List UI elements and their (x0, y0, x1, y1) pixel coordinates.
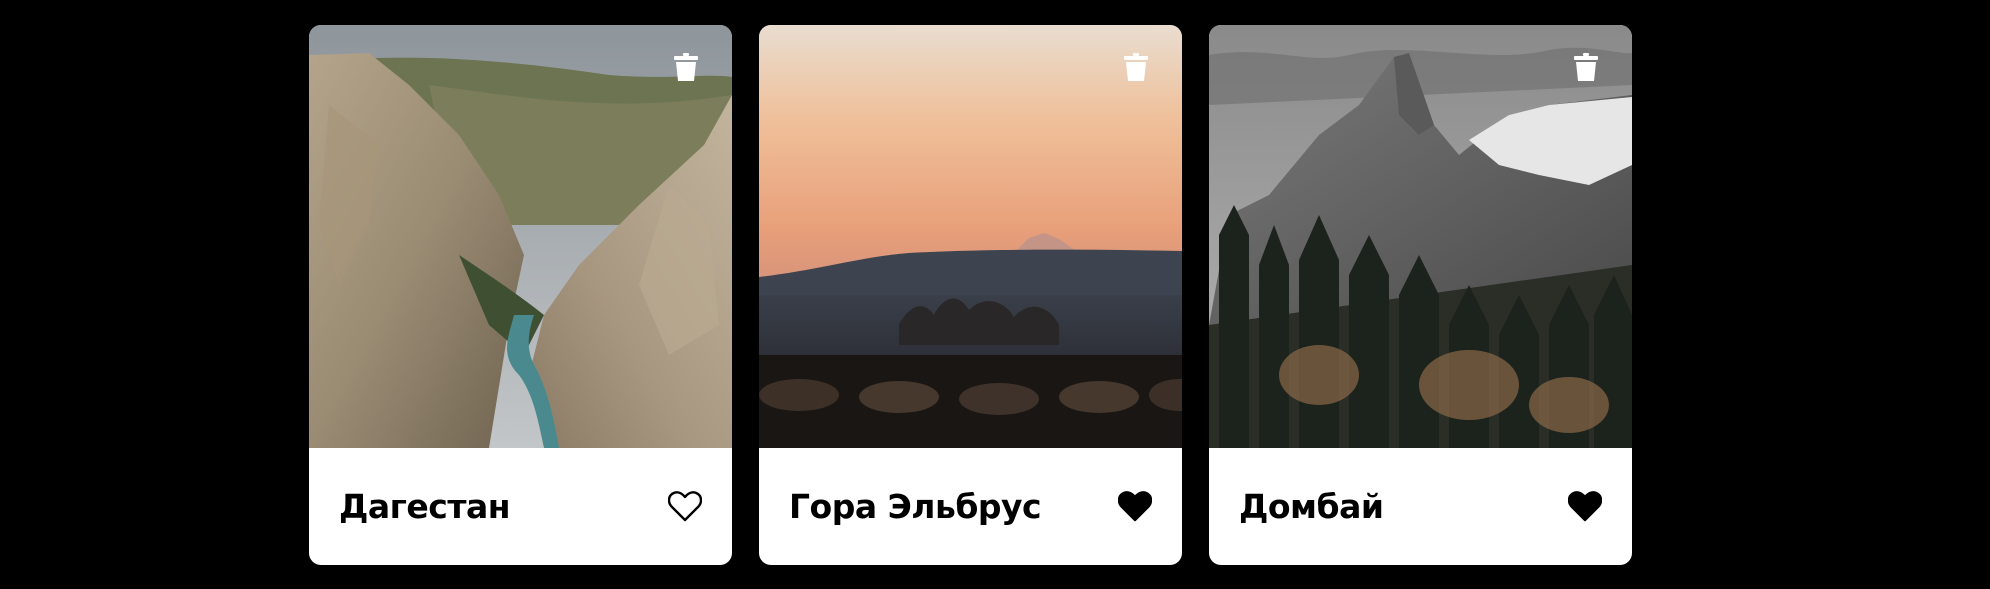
place-photo[interactable] (1209, 25, 1632, 448)
place-photo[interactable] (309, 25, 732, 448)
place-title: Дагестан (339, 487, 511, 526)
place-caption: Дагестан (309, 448, 732, 565)
heart-outline-icon[interactable] (668, 491, 702, 522)
trash-icon[interactable] (1124, 53, 1148, 81)
places-gallery: Дагестан Гора Эльбрус Домбай (309, 25, 1632, 565)
sunset-mountain-photo (759, 25, 1182, 448)
place-card: Гора Эльбрус (759, 25, 1182, 565)
place-title: Гора Эльбрус (789, 487, 1042, 526)
place-title: Домбай (1239, 487, 1384, 526)
heart-filled-icon[interactable] (1118, 491, 1152, 522)
trash-icon[interactable] (674, 53, 698, 81)
place-caption: Домбай (1209, 448, 1632, 565)
trash-icon[interactable] (1574, 53, 1598, 81)
canyon-photo (309, 25, 732, 448)
peak-forest-photo (1209, 25, 1632, 448)
place-card: Дагестан (309, 25, 732, 565)
heart-filled-icon[interactable] (1568, 491, 1602, 522)
place-caption: Гора Эльбрус (759, 448, 1182, 565)
place-card: Домбай (1209, 25, 1632, 565)
place-photo[interactable] (759, 25, 1182, 448)
